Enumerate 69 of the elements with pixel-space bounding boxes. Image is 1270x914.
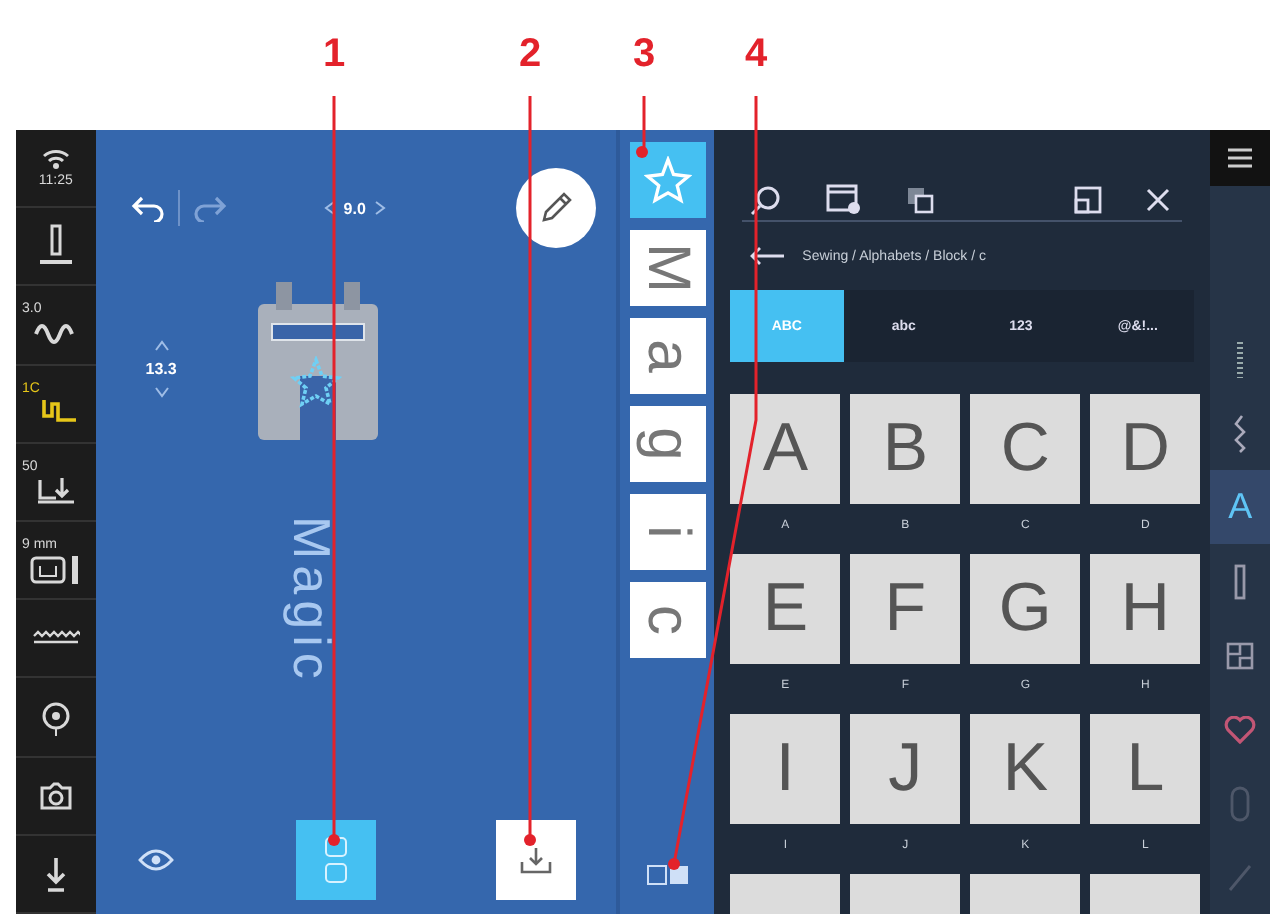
wifi-icon [41, 146, 70, 171]
design-text: Magic [280, 516, 343, 685]
stitch-tile[interactable]: a [629, 318, 706, 394]
down-arrow-icon [41, 855, 70, 892]
letter-tile[interactable]: K [970, 714, 1081, 824]
zigzag-icon [1232, 413, 1249, 453]
chevron-left-icon[interactable] [323, 200, 336, 216]
back-arrow-icon[interactable] [750, 246, 787, 266]
capsule-icon [1230, 783, 1251, 823]
import-button[interactable] [495, 820, 576, 900]
bar-icon [1234, 563, 1247, 599]
letter-tile[interactable]: D [1090, 394, 1201, 504]
stitch-tile[interactable]: g [629, 406, 706, 482]
resize-icon[interactable] [1074, 185, 1103, 214]
letter-tile[interactable]: H [1090, 554, 1201, 664]
two-squares-icon [323, 836, 348, 884]
letter-tile[interactable]: C [970, 394, 1081, 504]
pencil-icon [538, 190, 575, 226]
callout-number: 4 [742, 32, 770, 78]
callout-number: 2 [516, 32, 544, 78]
target-icon [39, 699, 72, 736]
arrange-button[interactable] [295, 820, 376, 900]
star-icon [643, 156, 692, 204]
stitch-tile[interactable] [629, 142, 706, 218]
letter-tile[interactable]: E [730, 554, 841, 664]
letter-tile[interactable] [1090, 874, 1201, 914]
window-icon[interactable] [826, 183, 863, 216]
heart-icon [1224, 715, 1257, 743]
letter-tile[interactable] [850, 874, 961, 914]
feed-dog-icon [31, 630, 80, 647]
callout-number: 1 [320, 32, 348, 78]
dotted-line-icon [1234, 339, 1247, 379]
letter-tile[interactable]: G [970, 554, 1081, 664]
eye-icon[interactable] [137, 848, 174, 872]
letter-tile[interactable] [730, 874, 841, 914]
callout-number: 3 [630, 32, 658, 78]
chevron-up-icon[interactable] [153, 340, 170, 352]
width-value: 9.0 [343, 199, 366, 217]
height-value: 13.3 [145, 360, 177, 378]
needle-icon [37, 224, 74, 269]
menu-icon [1228, 148, 1253, 168]
stitch-tile[interactable]: M [629, 230, 706, 306]
stitch-width-icon [29, 553, 82, 586]
stitch-tile[interactable]: i [629, 494, 706, 570]
slash-icon [1228, 863, 1253, 891]
tension-icon [33, 476, 78, 505]
letter-tile[interactable]: B [850, 394, 961, 504]
camera-icon [37, 779, 74, 812]
star-stitch-icon [290, 356, 343, 408]
letter-tile[interactable]: I [730, 714, 841, 824]
grid-pattern-icon [1226, 641, 1255, 669]
menu-button[interactable] [1210, 130, 1270, 186]
close-icon[interactable] [1146, 187, 1171, 212]
download-icon [519, 846, 552, 874]
stitch-tile[interactable]: c [629, 582, 706, 658]
chevron-down-icon[interactable] [153, 386, 170, 398]
letter-tile[interactable]: F [850, 554, 961, 664]
two-squares-icon[interactable] [645, 864, 690, 886]
chevron-right-icon[interactable] [373, 200, 386, 216]
search-icon[interactable] [750, 183, 783, 216]
callout-line [636, 96, 648, 158]
undo-icon[interactable] [129, 194, 166, 222]
letter-tile[interactable] [970, 874, 1081, 914]
letter-tile[interactable]: J [850, 714, 961, 824]
copy-icon[interactable] [906, 185, 935, 214]
edit-button[interactable] [516, 168, 597, 248]
category-item[interactable]: A [1210, 470, 1270, 544]
letter-tile[interactable]: A [730, 394, 841, 504]
letter-tile[interactable]: L [1090, 714, 1201, 824]
